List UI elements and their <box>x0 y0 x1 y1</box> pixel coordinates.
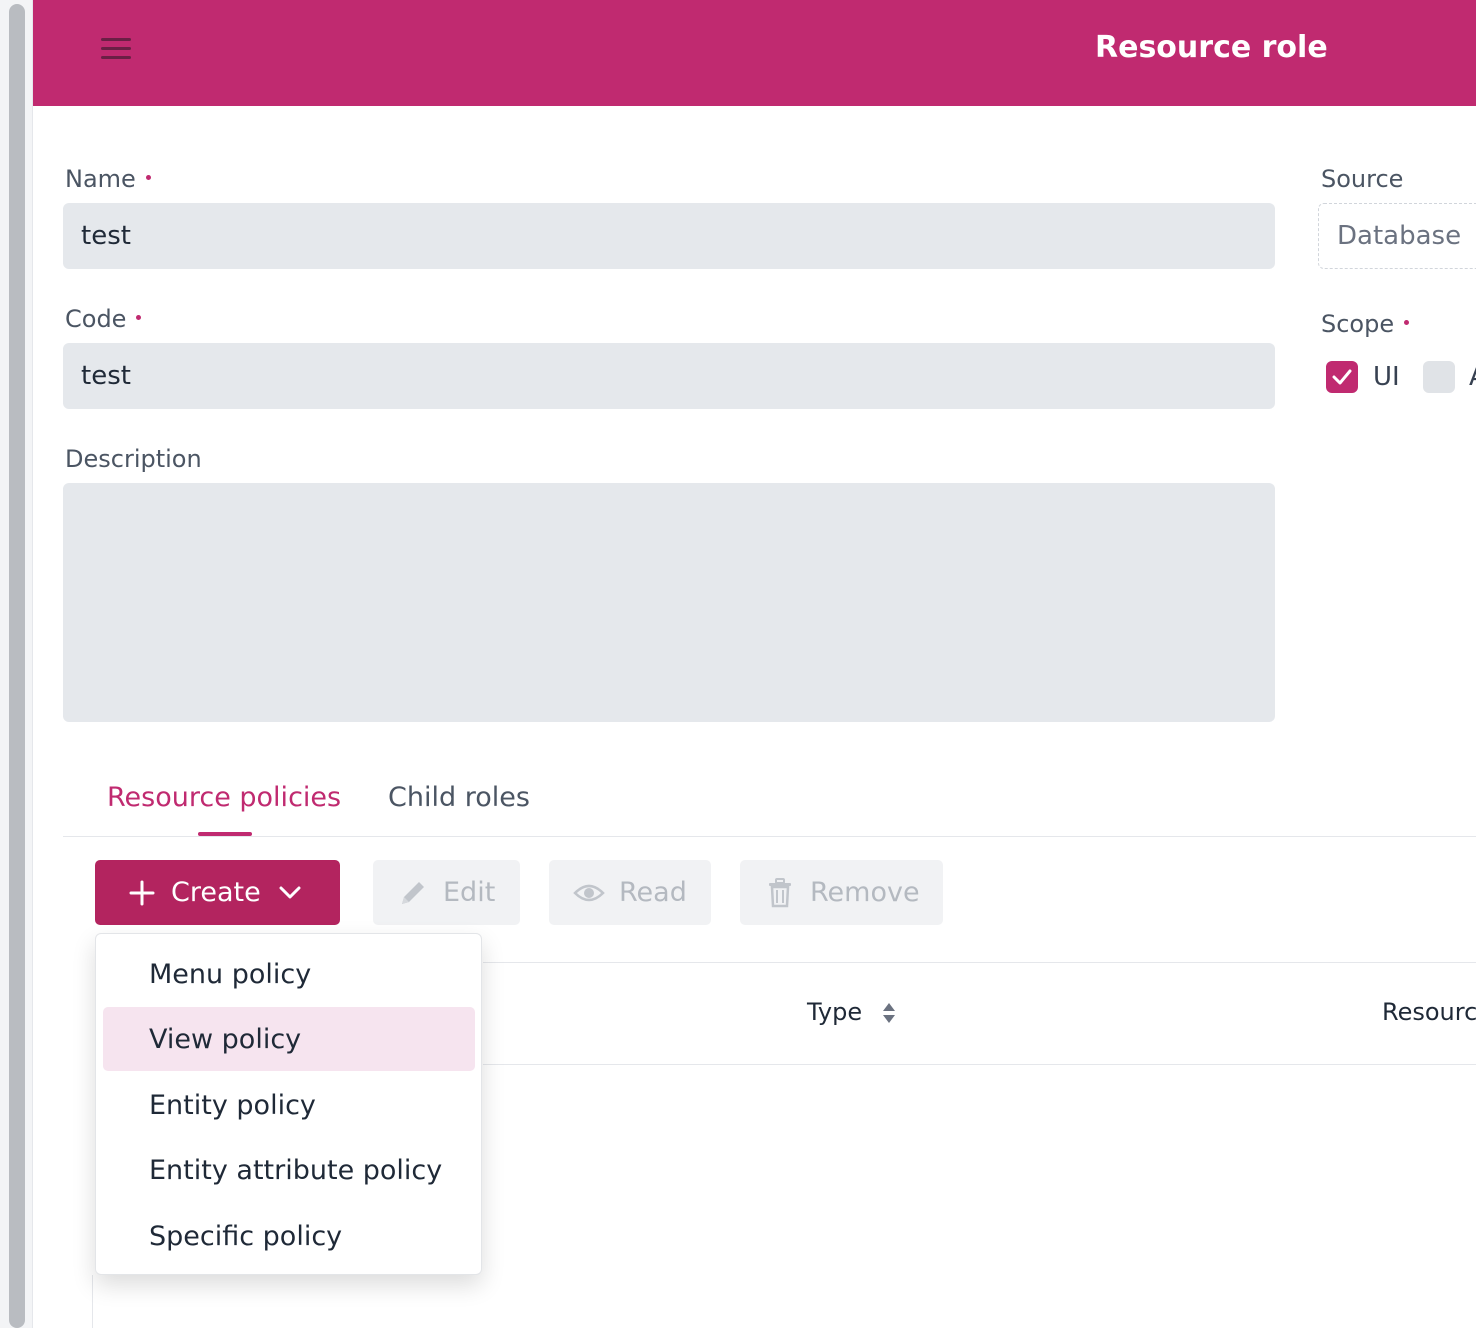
scope-api-label: A <box>1469 362 1476 392</box>
app-header: Resource role <box>33 0 1476 106</box>
tab-resource-policies[interactable]: Resource policies <box>107 782 341 813</box>
edit-button-label: Edit <box>443 877 496 908</box>
menu-item-entity-attribute-policy[interactable]: Entity attribute policy <box>103 1138 475 1202</box>
code-label: Code <box>65 305 142 333</box>
scope-ui-label: UI <box>1373 362 1400 392</box>
create-button-label: Create <box>171 877 261 908</box>
plus-icon <box>129 880 155 905</box>
remove-button-label: Remove <box>810 877 920 908</box>
grid-header-border <box>483 1064 1476 1065</box>
tab-child-roles[interactable]: Child roles <box>388 782 530 813</box>
grid-top-border <box>483 962 1476 963</box>
required-indicator <box>136 314 142 320</box>
scrollbar-thumb[interactable] <box>9 4 25 1328</box>
tab-divider <box>63 836 1476 837</box>
read-button-label: Read <box>619 877 687 908</box>
code-input[interactable] <box>63 343 1275 409</box>
required-indicator <box>1404 319 1410 325</box>
eye-icon <box>573 884 605 901</box>
scope-api-checkbox[interactable] <box>1423 361 1455 393</box>
hamburger-menu-icon[interactable] <box>101 38 131 66</box>
trash-icon <box>769 877 791 907</box>
edit-button[interactable]: Edit <box>373 860 520 925</box>
menu-item-specific-policy[interactable]: Specific policy <box>103 1204 475 1268</box>
scope-label-text: Scope <box>1321 310 1395 338</box>
check-icon <box>1332 369 1352 385</box>
create-button[interactable]: Create <box>95 860 340 925</box>
menu-item-menu-policy[interactable]: Menu policy <box>103 942 475 1006</box>
sort-icon[interactable] <box>882 1002 896 1024</box>
name-input[interactable] <box>63 203 1275 269</box>
read-button[interactable]: Read <box>549 860 711 925</box>
required-indicator <box>145 174 151 180</box>
menu-item-entity-policy[interactable]: Entity policy <box>103 1073 475 1137</box>
code-label-text: Code <box>65 305 127 333</box>
scope-ui-checkbox[interactable] <box>1326 361 1358 393</box>
page-title: Resource role <box>1095 30 1328 65</box>
source-label: Source <box>1321 165 1404 193</box>
description-textarea[interactable] <box>63 483 1275 722</box>
scope-label: Scope <box>1321 310 1410 338</box>
description-label: Description <box>65 445 202 473</box>
left-scrollbar[interactable] <box>0 0 33 1328</box>
grid-left-border <box>92 1275 93 1328</box>
name-label-text: Name <box>65 165 136 193</box>
column-header-resource[interactable]: Resourc <box>1382 998 1476 1026</box>
menu-item-view-policy[interactable]: View policy <box>103 1007 475 1071</box>
source-field: Database <box>1318 203 1476 269</box>
chevron-down-icon <box>279 886 301 898</box>
create-dropdown-menu: Menu policy View policy Entity policy En… <box>95 933 482 1275</box>
remove-button[interactable]: Remove <box>740 860 943 925</box>
column-header-type[interactable]: Type <box>807 998 862 1026</box>
pencil-icon <box>402 881 424 904</box>
name-label: Name <box>65 165 151 193</box>
